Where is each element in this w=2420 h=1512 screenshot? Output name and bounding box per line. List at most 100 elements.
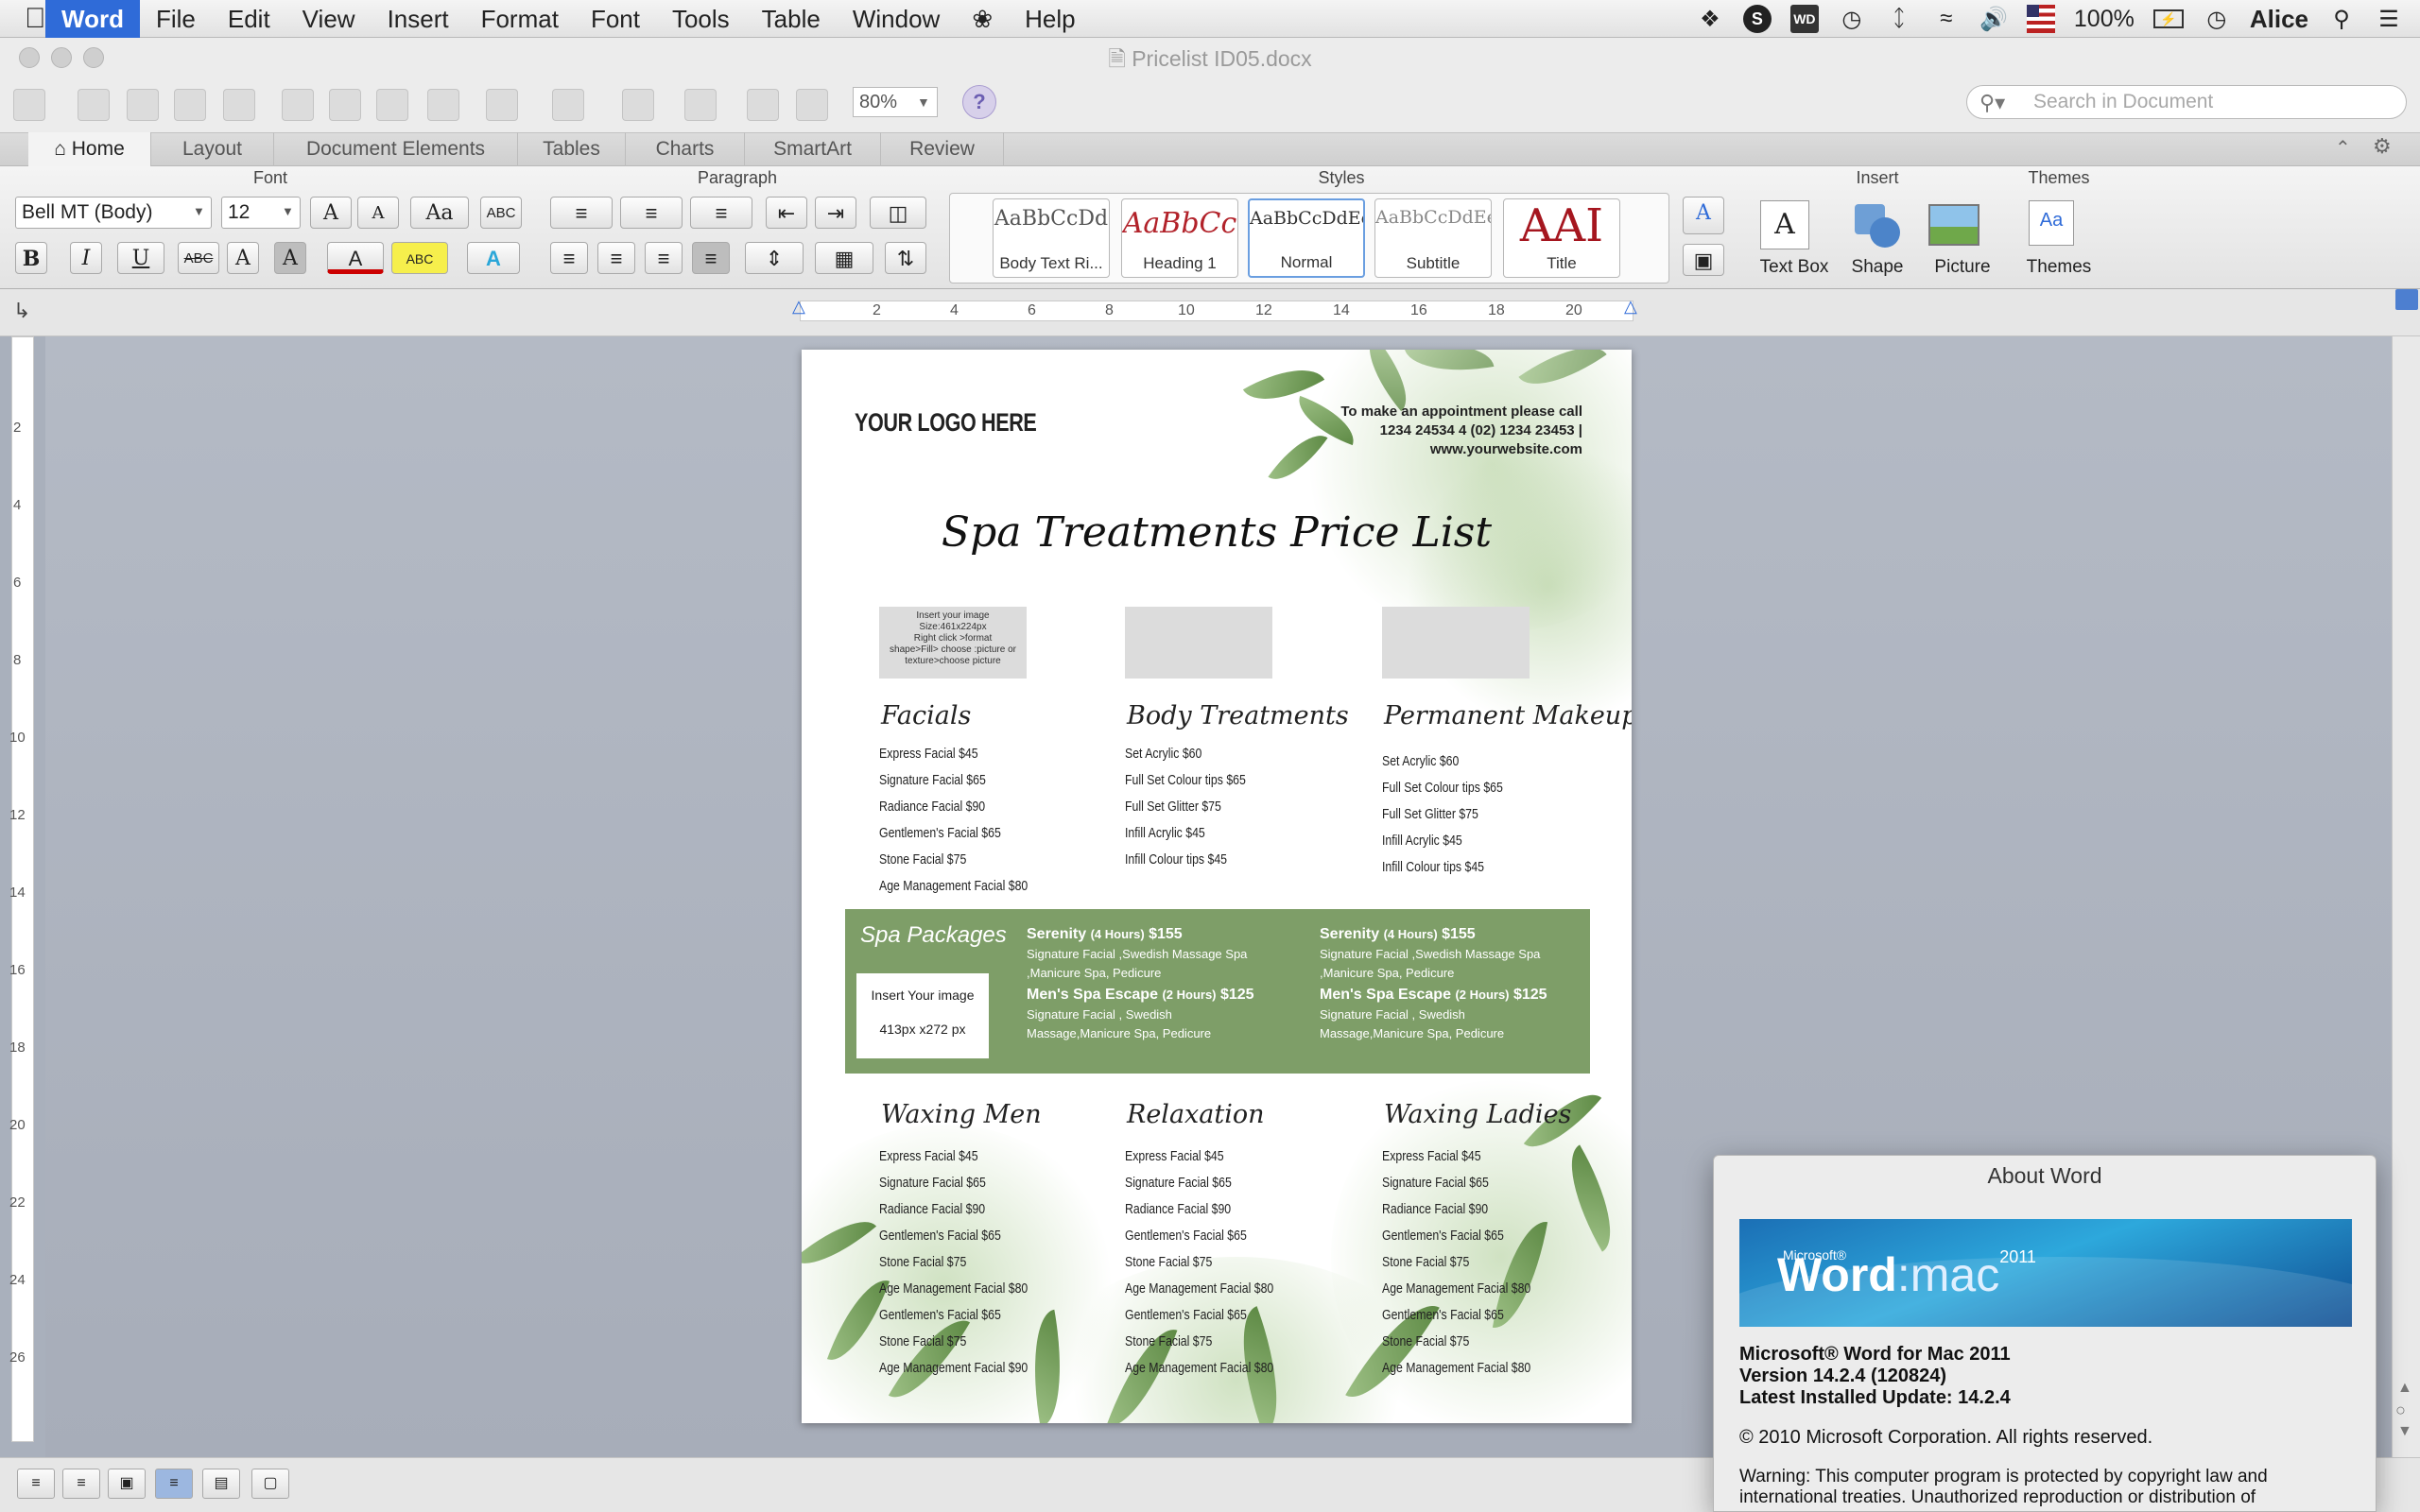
skype-icon[interactable]: S <box>1742 5 1772 33</box>
redo-icon[interactable] <box>552 89 584 121</box>
media-browser-icon[interactable] <box>747 89 779 121</box>
strikethrough-button[interactable]: ABC <box>178 242 219 274</box>
menu-tools[interactable]: Tools <box>656 0 746 38</box>
style-normal[interactable]: AaBbCcDdEe Normal <box>1248 198 1365 278</box>
publishing-view-button[interactable]: ▣ <box>108 1469 146 1499</box>
themes-icon[interactable]: Aa <box>2029 200 2074 246</box>
print-icon[interactable] <box>223 89 255 121</box>
borders-button[interactable]: ▦ <box>815 242 873 274</box>
shape-icon[interactable] <box>1851 200 1904 249</box>
browse-object-icon[interactable]: ○ <box>2395 1400 2406 1420</box>
styles-pane-button[interactable]: ▣ <box>1683 244 1724 276</box>
tab-tables[interactable]: Tables <box>518 132 626 166</box>
dropbox-icon[interactable]: ❖ <box>1696 5 1724 33</box>
help-button[interactable]: ? <box>962 85 996 119</box>
paste-icon[interactable] <box>376 89 408 121</box>
collapse-ribbon-icon[interactable]: ⌃ <box>2335 136 2351 160</box>
image-placeholder[interactable]: Insert your image Size:461x224px Right c… <box>879 607 1027 679</box>
columns-button[interactable]: ◫ <box>870 197 926 229</box>
picture-button[interactable]: Picture <box>1919 257 2006 278</box>
tab-charts[interactable]: Charts <box>626 132 745 166</box>
format-painter-icon[interactable] <box>427 89 459 121</box>
superscript-button[interactable]: A <box>227 242 259 274</box>
shape-button[interactable]: Shape <box>1843 257 1911 278</box>
image-placeholder[interactable] <box>1125 607 1272 679</box>
font-color-button[interactable]: A <box>327 242 384 274</box>
line-spacing-button[interactable]: ⇕ <box>745 242 804 274</box>
open-icon[interactable] <box>127 89 159 121</box>
clock-icon[interactable]: ◷ <box>2203 5 2231 33</box>
multilevel-list-button[interactable]: ≡ <box>690 197 752 229</box>
notification-list-icon[interactable]: ☰ <box>2375 5 2403 33</box>
menu-help[interactable]: Help <box>1009 0 1091 38</box>
menu-font[interactable]: Font <box>575 0 656 38</box>
numbering-button[interactable]: ≡ <box>620 197 683 229</box>
sort-button[interactable]: ⇅ <box>885 242 926 274</box>
draft-view-button[interactable]: ≡ <box>17 1469 55 1499</box>
zoom-chevron-down-icon[interactable]: ▼ <box>917 94 930 110</box>
right-indent-marker-icon[interactable]: △ <box>1624 297 1637 317</box>
split-view-icon[interactable] <box>2395 289 2418 310</box>
text-box-button[interactable]: Text Box <box>1749 257 1840 278</box>
change-case-button[interactable]: Aa <box>410 197 469 229</box>
evernote-icon[interactable]: ❀ <box>956 0 1009 38</box>
text-effects-button[interactable]: A <box>467 242 520 274</box>
font-name-chevron-down-icon[interactable]: ▼ <box>193 204 205 218</box>
picture-icon[interactable] <box>1928 204 1979 246</box>
bold-button[interactable]: B <box>15 242 47 274</box>
subscript-button[interactable]: A <box>274 242 306 274</box>
left-indent-marker-icon[interactable]: △ <box>792 297 805 317</box>
tab-review[interactable]: Review <box>881 132 1004 166</box>
menu-file[interactable]: File <box>140 0 212 38</box>
justify-button[interactable]: ≡ <box>692 242 730 274</box>
align-center-button[interactable]: ≡ <box>597 242 635 274</box>
spa-image-placeholder[interactable]: Insert Your image 413px x272 px <box>856 973 989 1058</box>
font-name-select[interactable]: Bell MT (Body) <box>15 197 212 229</box>
style-heading-1[interactable]: AaBbCc Heading 1 <box>1121 198 1238 278</box>
undo-icon[interactable] <box>486 89 518 121</box>
bluetooth-icon[interactable]: ᛨ <box>1885 5 1913 33</box>
bullets-button[interactable]: ≡ <box>550 197 613 229</box>
themes-button[interactable]: Themes <box>2014 257 2104 278</box>
copy-icon[interactable] <box>329 89 361 121</box>
menu-table[interactable]: Table <box>746 0 837 38</box>
user-name[interactable]: Alice <box>2250 5 2308 34</box>
menu-insert[interactable]: Insert <box>372 0 465 38</box>
text-box-icon[interactable]: A <box>1760 200 1809 249</box>
save-icon[interactable] <box>174 89 206 121</box>
outline-view-button[interactable]: ≡ <box>62 1469 100 1499</box>
notebook-view-button[interactable]: ▤ <box>202 1469 240 1499</box>
menu-view[interactable]: View <box>286 0 372 38</box>
image-placeholder[interactable] <box>1382 607 1530 679</box>
align-right-button[interactable]: ≡ <box>645 242 683 274</box>
menu-edit[interactable]: Edit <box>212 0 286 38</box>
document-page[interactable]: YOUR LOGO HERE To make an appointment pl… <box>802 350 1632 1423</box>
volume-icon[interactable]: 🔊 <box>1979 5 2008 33</box>
italic-button[interactable]: I <box>70 242 102 274</box>
full-screen-view-button[interactable]: ▢ <box>251 1469 289 1499</box>
next-page-icon[interactable]: ▼ <box>2397 1423 2412 1440</box>
spotlight-search-icon[interactable]: ⚲ <box>2327 5 2356 33</box>
pilcrow-icon[interactable] <box>622 89 654 121</box>
print-layout-view-button[interactable]: ≡ <box>155 1469 193 1499</box>
time-machine-icon[interactable]: ◷ <box>1838 5 1866 33</box>
highlight-button[interactable]: ABC <box>391 242 448 274</box>
underline-button[interactable]: U <box>117 242 164 274</box>
menu-window[interactable]: Window <box>837 0 956 38</box>
style-subtitle[interactable]: AaBbCcDdEe Subtitle <box>1374 198 1492 278</box>
manage-styles-button[interactable]: A <box>1683 197 1724 234</box>
wd-drive-icon[interactable]: WD <box>1789 5 1819 33</box>
wifi-icon[interactable]: ≈ <box>1932 5 1961 33</box>
us-flag-icon[interactable] <box>2026 5 2055 33</box>
menu-word[interactable]: Word <box>45 0 140 38</box>
new-document-icon[interactable] <box>13 89 45 121</box>
apple-icon[interactable]:  <box>0 3 46 35</box>
ribbon-settings-gear-icon[interactable]: ⚙ <box>2373 134 2392 159</box>
clear-formatting-button[interactable]: ABC <box>480 197 522 229</box>
tab-smartart[interactable]: SmartArt <box>745 132 881 166</box>
style-title[interactable]: AAI Title <box>1503 198 1620 278</box>
decrease-indent-button[interactable]: ⇤ <box>766 197 807 229</box>
align-left-button[interactable]: ≡ <box>550 242 588 274</box>
increase-indent-button[interactable]: ⇥ <box>815 197 856 229</box>
sidebar-icon[interactable] <box>684 89 717 121</box>
